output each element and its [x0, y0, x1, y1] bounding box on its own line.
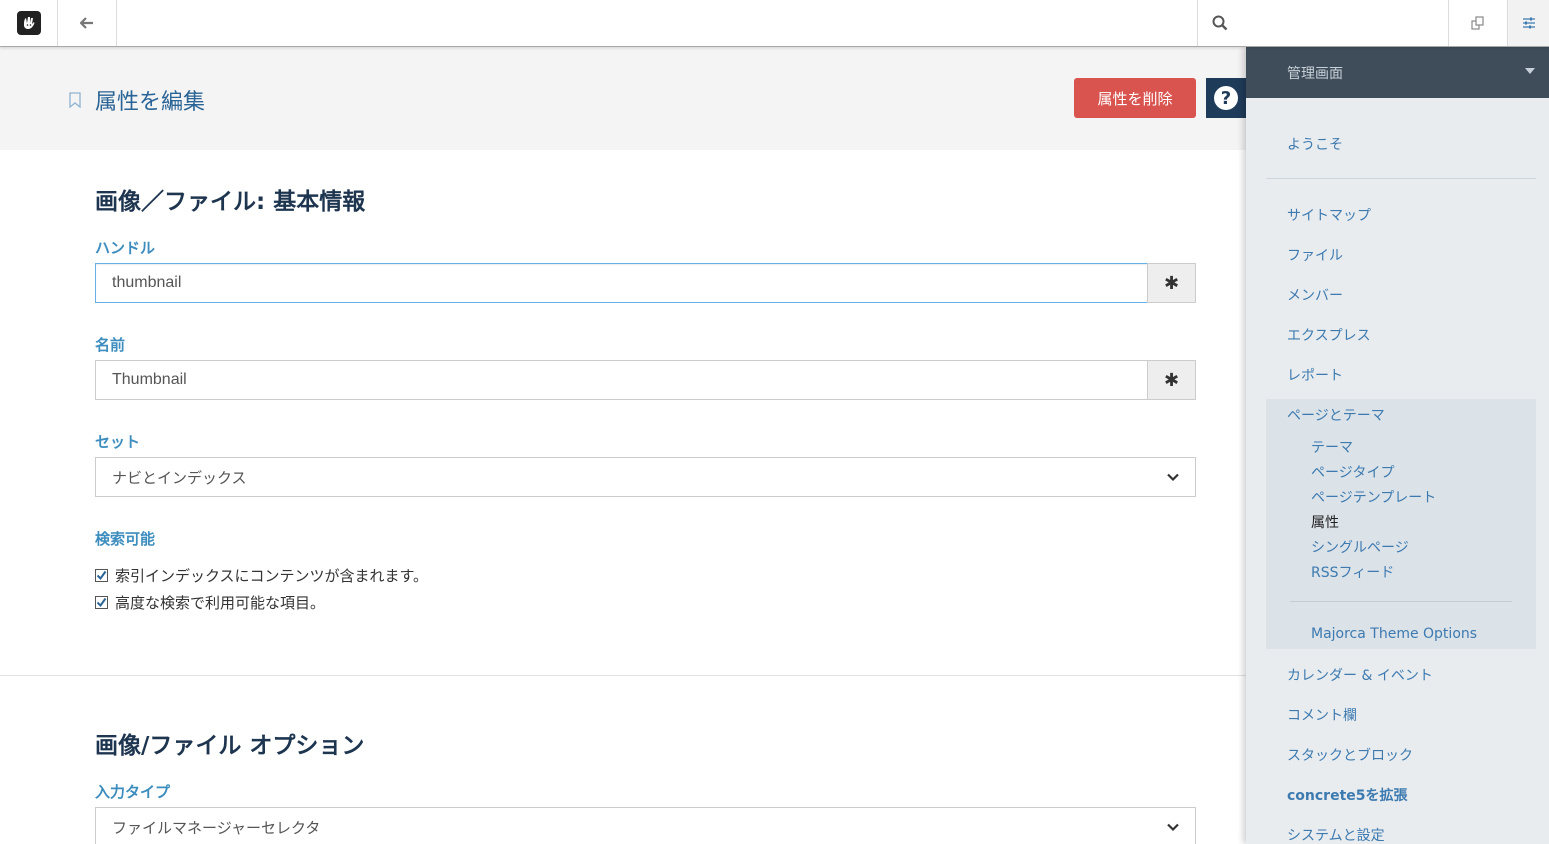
- bookmark-icon[interactable]: [68, 92, 82, 108]
- search-button[interactable]: [1197, 0, 1448, 46]
- sidebar-subitem-page-types[interactable]: ページタイプ: [1311, 462, 1394, 482]
- section-divider: [0, 675, 1246, 676]
- advanced-search-option: 高度な検索で利用可能な項目。: [95, 592, 325, 613]
- arrow-left-icon: [80, 17, 93, 29]
- handle-input[interactable]: thumbnail: [95, 263, 1148, 303]
- set-select[interactable]: ナビとインデックス: [95, 457, 1196, 497]
- help-button[interactable]: ?: [1206, 78, 1246, 118]
- set-select-value: ナビとインデックス: [112, 468, 247, 487]
- sidebar-subitem-single-pages[interactable]: シングルページ: [1311, 537, 1409, 557]
- search-icon: [1212, 15, 1228, 31]
- sidebar-subitem-themes[interactable]: テーマ: [1311, 437, 1353, 457]
- sidebar-item-welcome[interactable]: ようこそ: [1287, 134, 1343, 154]
- basic-info-heading: 画像／ファイル: 基本情報: [95, 189, 366, 215]
- name-input[interactable]: Thumbnail: [95, 360, 1148, 400]
- sidebar-item-reports[interactable]: レポート: [1287, 365, 1343, 385]
- caret-down-icon: [1525, 68, 1535, 74]
- question-icon: ?: [1214, 86, 1238, 110]
- required-asterisk-icon: ✱: [1147, 263, 1196, 303]
- sidebar-item-system[interactable]: システムと設定: [1287, 825, 1385, 844]
- multilingual-button[interactable]: [1448, 0, 1507, 46]
- sidebar-item-files[interactable]: ファイル: [1287, 245, 1343, 265]
- sidebar-item-stacks[interactable]: スタックとブロック: [1287, 745, 1413, 765]
- chevron-down-icon: [1167, 473, 1179, 482]
- logo-button[interactable]: [0, 0, 58, 46]
- index-content-checkbox[interactable]: [95, 569, 108, 582]
- options-heading: 画像/ファイル オプション: [95, 733, 365, 759]
- sidebar-subitem-page-templates[interactable]: ページテンプレート: [1311, 487, 1436, 507]
- delete-attribute-button[interactable]: 属性を削除: [1074, 78, 1196, 118]
- page-title: 属性を編集: [95, 90, 206, 115]
- index-content-option: 索引インデックスにコンテンツが含まれます。: [95, 565, 428, 586]
- required-asterisk-icon: ✱: [1147, 360, 1196, 400]
- page-title-wrap: 属性を編集: [68, 84, 205, 116]
- top-toolbar: [0, 0, 1549, 47]
- advanced-search-label: 高度な検索で利用可能な項目。: [115, 594, 326, 612]
- advanced-search-checkbox[interactable]: [95, 596, 108, 609]
- sliders-icon: [1522, 17, 1535, 29]
- input-type-value: ファイルマネージャーセレクタ: [112, 818, 321, 837]
- sidebar-item-sitemap[interactable]: サイトマップ: [1287, 205, 1371, 225]
- sidebar-item-extend[interactable]: concrete5を拡張: [1287, 785, 1408, 805]
- input-type-label: 入力タイプ: [95, 783, 171, 801]
- check-icon: [96, 597, 107, 608]
- dashboard-panel-button[interactable]: [1507, 0, 1549, 46]
- sidebar-subitem-theme-options[interactable]: Majorca Theme Options: [1311, 626, 1477, 642]
- name-label: 名前: [95, 336, 126, 354]
- sidebar-item-express[interactable]: エクスプレス: [1287, 325, 1371, 345]
- sub-separator: [1290, 601, 1512, 602]
- panel-title: 管理画面: [1287, 65, 1343, 82]
- handle-label: ハンドル: [95, 239, 156, 257]
- set-label: セット: [95, 433, 141, 451]
- sidebar-item-members[interactable]: メンバー: [1287, 285, 1343, 305]
- sidebar-subitem-attributes[interactable]: 属性: [1311, 512, 1339, 532]
- panel-header[interactable]: 管理画面: [1246, 47, 1549, 98]
- pages-themes-group: [1266, 399, 1536, 649]
- sidebar-item-comments[interactable]: コメント欄: [1287, 705, 1357, 725]
- back-button[interactable]: [58, 0, 117, 46]
- searchable-label: 検索可能: [95, 530, 156, 548]
- dashboard-panel: 管理画面 ようこそ サイトマップ ファイル メンバー エクスプレス レポート ペ…: [1246, 47, 1549, 844]
- sidebar-subitem-rss-feeds[interactable]: RSSフィード: [1311, 562, 1394, 582]
- check-icon: [96, 570, 107, 581]
- copy-pages-icon: [1471, 16, 1484, 30]
- chevron-down-icon: [1167, 823, 1179, 832]
- concrete5-hand-icon: [16, 11, 41, 35]
- index-content-label: 索引インデックスにコンテンツが含まれます。: [115, 567, 429, 585]
- sidebar-item-pages-themes[interactable]: ページとテーマ: [1287, 405, 1385, 425]
- input-type-select[interactable]: ファイルマネージャーセレクタ: [95, 807, 1196, 844]
- sidebar-item-calendar[interactable]: カレンダー & イベント: [1287, 665, 1433, 685]
- panel-separator: [1266, 178, 1536, 179]
